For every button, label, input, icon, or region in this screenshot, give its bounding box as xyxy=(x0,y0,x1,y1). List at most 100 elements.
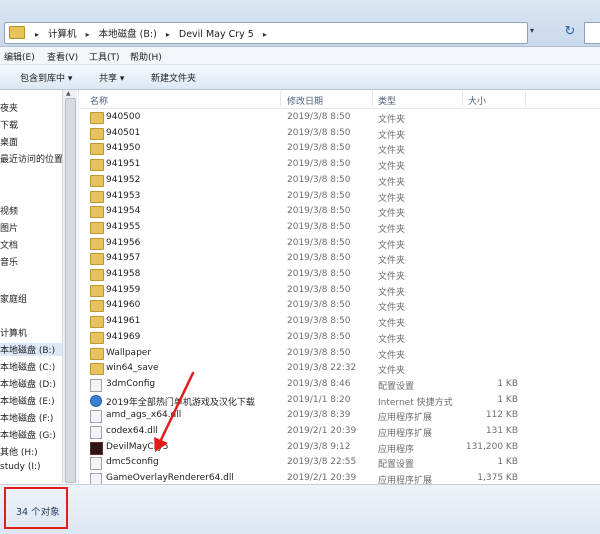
file-name: 940501 xyxy=(106,127,141,138)
menu-tools[interactable]: 工具(T) xyxy=(89,50,120,63)
navigation-scrollbar[interactable]: ▲ xyxy=(62,90,77,483)
column-divider[interactable] xyxy=(525,91,526,107)
nav-item-drive-b[interactable]: 本地磁盘 (B:) xyxy=(0,343,62,356)
file-date: 2019/3/8 8:50 xyxy=(287,284,351,295)
address-bar[interactable]: ▸ 计算机 ▸ 本地磁盘 (B:) ▸ Devil May Cry 5 ▸ xyxy=(4,22,528,44)
chevron-right-icon[interactable]: ▸ xyxy=(86,30,90,39)
column-divider[interactable] xyxy=(462,91,463,107)
file-row[interactable]: amd_ags_x64.dll 2019/3/8 8:39 应用程序扩展 112 KB xyxy=(80,408,600,424)
file-row[interactable]: 941954 2019/3/8 8:50 文件夹 xyxy=(80,204,600,220)
file-type: 文件夹 xyxy=(378,319,406,330)
nav-item-documents[interactable]: 文档 xyxy=(0,238,18,251)
column-header-date[interactable]: 修改日期 xyxy=(287,94,323,107)
file-name: 941952 xyxy=(106,174,141,185)
nav-item-homegroup[interactable]: 家庭组 xyxy=(0,292,27,305)
chevron-right-icon[interactable]: ▸ xyxy=(166,30,170,39)
file-row[interactable]: Wallpaper 2019/3/8 8:50 文件夹 xyxy=(80,346,600,362)
menu-view[interactable]: 查看(V) xyxy=(47,50,78,63)
chevron-right-icon[interactable]: ▸ xyxy=(263,30,267,39)
file-name: dmc5config xyxy=(106,457,159,468)
file-row[interactable]: 940501 2019/3/8 8:50 文件夹 xyxy=(80,126,600,142)
config-icon xyxy=(90,378,102,392)
nav-item-drive-e[interactable]: 本地磁盘 (E:) xyxy=(0,394,55,407)
file-row[interactable]: 941955 2019/3/8 8:50 文件夹 xyxy=(80,220,600,236)
file-row[interactable]: codex64.dll 2019/2/1 20:39 应用程序扩展 131 KB xyxy=(80,424,600,440)
nav-item-desktop[interactable]: 桌面 xyxy=(0,135,18,148)
file-row[interactable]: 941969 2019/3/8 8:50 文件夹 xyxy=(80,330,600,346)
file-size: 1 KB xyxy=(497,378,518,389)
folder-icon xyxy=(90,112,104,124)
file-row[interactable]: 941953 2019/3/8 8:50 文件夹 xyxy=(80,189,600,205)
nav-item-drive-c[interactable]: 本地磁盘 (C:) xyxy=(0,360,55,373)
file-date: 2019/2/1 20:39 xyxy=(287,426,357,436)
column-divider[interactable] xyxy=(372,91,373,107)
file-size: 112 KB xyxy=(485,410,518,421)
file-type: 文件夹 xyxy=(378,303,406,314)
file-date: 2019/2/1 20:39 xyxy=(287,473,357,484)
nav-item-downloads[interactable]: 下载 xyxy=(0,118,18,131)
file-date: 2019/3/8 22:32 xyxy=(287,363,357,374)
file-row[interactable]: 941957 2019/3/8 8:50 文件夹 xyxy=(80,251,600,267)
file-date: 2019/3/8 8:50 xyxy=(287,190,351,201)
file-row[interactable]: 941950 2019/3/8 8:50 文件夹 xyxy=(80,141,600,157)
pane-divider[interactable] xyxy=(78,90,79,483)
nav-item-drive-i[interactable]: study (I:) xyxy=(0,462,41,472)
refresh-icon[interactable]: ↻ xyxy=(560,22,580,42)
column-header-name[interactable]: 名称 xyxy=(90,94,108,107)
address-dropdown-icon[interactable]: ▾ xyxy=(530,26,534,35)
nav-item-favorites[interactable]: 夜夹 xyxy=(0,101,18,114)
file-row[interactable]: win64_save 2019/3/8 22:32 文件夹 xyxy=(80,361,600,377)
config-icon xyxy=(90,457,102,471)
file-date: 2019/3/8 8:50 xyxy=(287,174,351,185)
nav-item-recent[interactable]: 最近访问的位置 xyxy=(0,152,62,165)
scroll-up-icon[interactable]: ▲ xyxy=(66,90,71,97)
column-header-type[interactable]: 类型 xyxy=(378,94,396,107)
folder-icon xyxy=(90,159,104,172)
nav-item-computer[interactable]: 计算机 xyxy=(0,326,27,339)
file-row[interactable]: 941960 2019/3/8 8:50 文件夹 xyxy=(80,298,600,314)
file-type: 应用程序扩展 xyxy=(378,413,433,424)
nav-item-pictures[interactable]: 图片 xyxy=(0,221,18,234)
file-row[interactable]: 2019年全部热门单机游戏及汉化下载 2019/1/1 8:20 Internet … xyxy=(80,393,600,409)
column-header-size[interactable]: 大小 xyxy=(468,94,486,107)
nav-item-drive-g[interactable]: 本地磁盘 (G:) xyxy=(0,428,56,441)
share-button[interactable]: 共享 ▾ xyxy=(99,71,124,84)
nav-item-drive-d[interactable]: 本地磁盘 (D:) xyxy=(0,377,56,390)
file-date: 2019/3/8 8:50 xyxy=(287,316,351,327)
folder-icon xyxy=(90,190,104,203)
file-date: 2019/3/8 8:50 xyxy=(287,143,351,154)
scrollbar-thumb[interactable] xyxy=(65,98,76,483)
menu-edit[interactable]: 编辑(E) xyxy=(4,50,35,63)
file-row[interactable]: 3dmConfig 2019/3/8 8:46 配置设置 1 KB xyxy=(80,377,600,393)
folder-icon xyxy=(90,269,104,281)
nav-item-drive-f[interactable]: 本地磁盘 (F:) xyxy=(0,411,53,424)
file-type: 文件夹 xyxy=(378,130,406,141)
menu-help[interactable]: 帮助(H) xyxy=(130,50,162,63)
highlight-box xyxy=(4,487,68,529)
file-row[interactable]: 941958 2019/3/8 8:50 文件夹 xyxy=(80,267,600,283)
new-folder-button[interactable]: 新建文件夹 xyxy=(151,71,196,84)
breadcrumb-devil-may-cry-5[interactable]: Devil May Cry 5 xyxy=(179,29,254,40)
file-row[interactable]: 941956 2019/3/8 8:50 文件夹 xyxy=(80,236,600,252)
column-divider[interactable] xyxy=(280,91,281,107)
nav-item-videos[interactable]: 视频 xyxy=(0,204,18,217)
folder-icon xyxy=(90,347,104,360)
file-row[interactable]: 940500 2019/3/8 8:50 文件夹 xyxy=(80,110,600,126)
nav-item-music[interactable]: 音乐 xyxy=(0,255,18,268)
file-type: 文件夹 xyxy=(378,287,406,298)
file-date: 2019/3/8 8:50 xyxy=(287,159,351,170)
search-input[interactable] xyxy=(584,22,600,44)
file-row[interactable]: 941951 2019/3/8 8:50 文件夹 xyxy=(80,157,600,173)
file-row[interactable]: dmc5config 2019/3/8 22:55 配置设置 1 KB xyxy=(80,455,600,471)
breadcrumb-computer[interactable]: 计算机 xyxy=(48,29,77,40)
nav-item-drive-h[interactable]: 其他 (H:) xyxy=(0,445,38,458)
file-row[interactable]: 941952 2019/3/8 8:50 文件夹 xyxy=(80,173,600,189)
breadcrumb: ▸ 计算机 ▸ 本地磁盘 (B:) ▸ Devil May Cry 5 ▸ xyxy=(29,26,273,40)
include-in-library-button[interactable]: 包含到库中 ▾ xyxy=(20,71,72,84)
file-name: codex64.dll xyxy=(106,426,158,436)
file-row[interactable]: 941961 2019/3/8 8:50 文件夹 xyxy=(80,314,600,330)
breadcrumb-drive-b[interactable]: 本地磁盘 (B:) xyxy=(99,29,157,40)
file-name: DevilMayCry5 xyxy=(106,441,169,452)
file-row[interactable]: DevilMayCry5 2019/3/8 9:12 应用程序 131,200 KB xyxy=(80,440,600,456)
file-row[interactable]: 941959 2019/3/8 8:50 文件夹 xyxy=(80,283,600,299)
